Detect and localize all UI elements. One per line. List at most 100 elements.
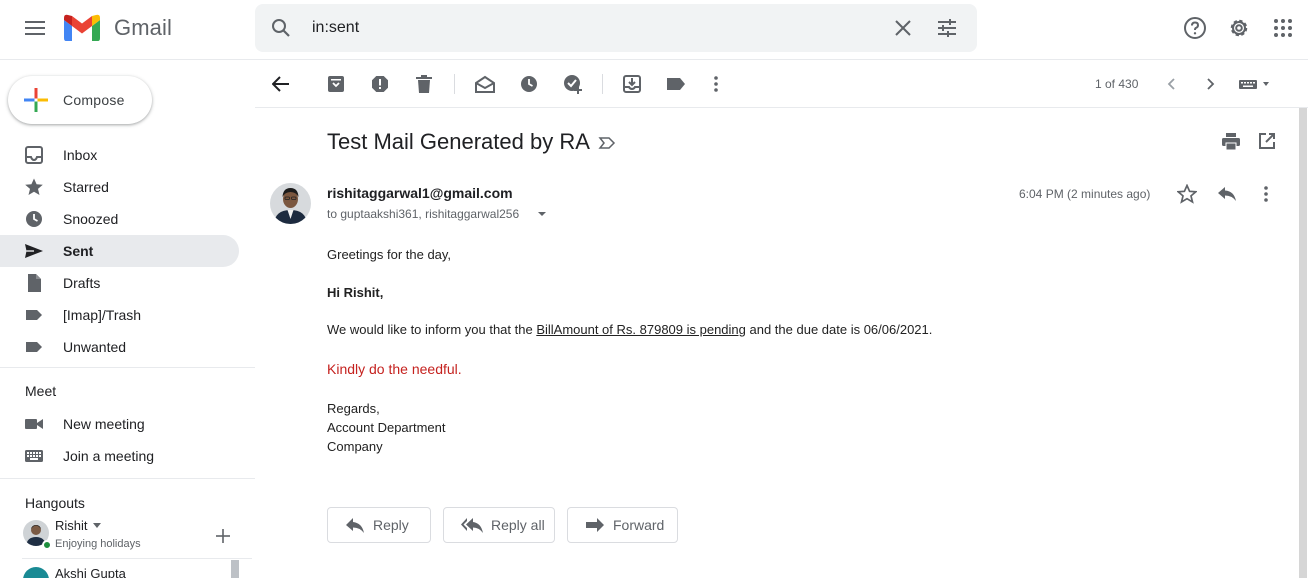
hangouts-divider [22, 558, 252, 559]
meet-item-label: Join a meeting [63, 448, 155, 464]
search-input[interactable]: in:sent [312, 19, 359, 37]
clear-search-icon[interactable] [891, 16, 915, 40]
sidebar-item-inbox[interactable]: Inbox [0, 139, 239, 171]
input-tools-button[interactable] [1237, 74, 1273, 94]
settings-button[interactable] [1226, 15, 1252, 41]
sidebar-scrollbar[interactable] [231, 560, 239, 578]
more-options-button[interactable] [706, 74, 726, 94]
older-button[interactable] [1201, 74, 1221, 94]
important-marker-icon[interactable] [598, 135, 616, 151]
sidebar-item-label: Snoozed [63, 211, 119, 227]
support-button[interactable] [1182, 15, 1208, 41]
video-icon [25, 419, 43, 429]
hangouts-user-name[interactable]: Rishit [55, 518, 88, 533]
draft-icon [28, 274, 41, 292]
compose-button[interactable]: Compose [8, 76, 152, 124]
sidebar-item-drafts[interactable]: Drafts [0, 267, 239, 299]
online-status-dot [42, 540, 52, 550]
reply-icon-button[interactable] [1217, 186, 1237, 202]
label-icon [26, 310, 42, 320]
avatar[interactable] [270, 183, 311, 224]
meet-new-meeting[interactable]: New meeting [0, 408, 239, 440]
reply-all-label: Reply all [491, 517, 545, 533]
gmail-logo[interactable]: Gmail [64, 14, 172, 41]
mark-unread-button[interactable] [475, 74, 495, 94]
sidebar-item-unwanted[interactable]: Unwanted [0, 331, 239, 363]
body-department: Account Department [327, 420, 446, 435]
sidebar-item-label: Inbox [63, 147, 98, 163]
hangouts-contact-name[interactable]: Akshi Gupta [55, 566, 126, 578]
snooze-button[interactable] [519, 74, 539, 94]
archive-icon [328, 76, 344, 92]
main-scrollbar[interactable] [1298, 108, 1308, 578]
forward-icon [586, 518, 604, 532]
add-contact-icon[interactable] [216, 529, 230, 543]
sidebar-item-label: Starred [63, 179, 109, 195]
apps-grid-icon [1274, 19, 1292, 37]
reply-button[interactable]: Reply [327, 507, 431, 543]
compose-plus-icon [24, 88, 48, 112]
report-spam-icon [372, 76, 388, 92]
sidebar-item-label: Unwanted [63, 339, 127, 355]
reply-all-button[interactable]: Reply all [443, 507, 555, 543]
trash-icon [416, 75, 432, 93]
email-timestamp: 6:04 PM (2 minutes ago) [1019, 187, 1151, 201]
avatar[interactable] [23, 567, 49, 578]
labels-button[interactable] [666, 74, 686, 94]
reply-label: Reply [373, 517, 409, 533]
search-icon[interactable] [269, 16, 293, 40]
main-menu-button[interactable] [15, 8, 55, 48]
more-vert-icon [1264, 186, 1268, 202]
label-icon [26, 342, 42, 352]
print-button[interactable] [1222, 133, 1240, 150]
sidebar-item-label: [Imap]/Trash [63, 307, 142, 323]
report-spam-button[interactable] [370, 74, 390, 94]
body-text-prefix: We would like to inform you that the [327, 322, 537, 337]
open-in-new-icon [1259, 133, 1275, 149]
star-button[interactable] [1177, 184, 1197, 204]
body-request: Kindly do the needful. [327, 361, 462, 377]
pagination-count: 1 of 430 [1095, 77, 1139, 91]
forward-button[interactable]: Forward [567, 507, 678, 543]
compose-label: Compose [63, 92, 125, 108]
star-outline-icon [1177, 184, 1197, 204]
meet-section-title: Meet [25, 383, 57, 399]
sidebar-divider [0, 367, 255, 368]
help-icon [1184, 17, 1206, 39]
sidebar-item-imap-trash[interactable]: [Imap]/Trash [0, 299, 239, 331]
hangouts-section-title: Hangouts [25, 495, 85, 511]
add-to-tasks-button[interactable] [563, 74, 583, 94]
show-details-icon[interactable] [537, 211, 547, 217]
reply-icon [346, 518, 364, 533]
search-options-icon[interactable] [935, 16, 959, 40]
bill-amount-link[interactable]: BillAmount of Rs. 879809 is pending [536, 322, 746, 337]
sidebar-item-sent[interactable]: Sent [0, 235, 239, 267]
sidebar-divider [0, 478, 255, 479]
send-icon [25, 244, 43, 258]
delete-button[interactable] [414, 74, 434, 94]
reply-all-icon [461, 518, 483, 533]
archive-button[interactable] [326, 74, 346, 94]
message-more-button[interactable] [1264, 186, 1268, 202]
chevron-down-icon[interactable] [93, 523, 101, 528]
scrollbar-thumb[interactable] [1299, 108, 1307, 578]
back-button[interactable] [271, 74, 291, 94]
sidebar-item-snoozed[interactable]: Snoozed [0, 203, 239, 235]
body-greeting: Greetings for the day, [327, 247, 452, 262]
newer-button[interactable] [1161, 74, 1181, 94]
move-to-button[interactable] [622, 74, 642, 94]
more-vert-icon [714, 76, 718, 92]
sender-email[interactable]: rishitaggarwal1@gmail.com [327, 185, 513, 201]
search-bar[interactable]: in:sent [255, 4, 977, 52]
recipients: to guptaakshi361, rishitaggarwal256 [327, 207, 520, 221]
hamburger-icon [25, 21, 45, 35]
toolbar-divider [602, 74, 603, 94]
forward-label: Forward [613, 517, 665, 533]
apps-button[interactable] [1270, 15, 1296, 41]
clock-icon [521, 76, 537, 92]
open-new-window-button[interactable] [1259, 133, 1275, 149]
sidebar-item-starred[interactable]: Starred [0, 171, 239, 203]
meet-join-meeting[interactable]: Join a meeting [0, 440, 239, 472]
gmail-m-icon [64, 14, 100, 41]
body-main-line: We would like to inform you that the Bil… [327, 322, 932, 337]
